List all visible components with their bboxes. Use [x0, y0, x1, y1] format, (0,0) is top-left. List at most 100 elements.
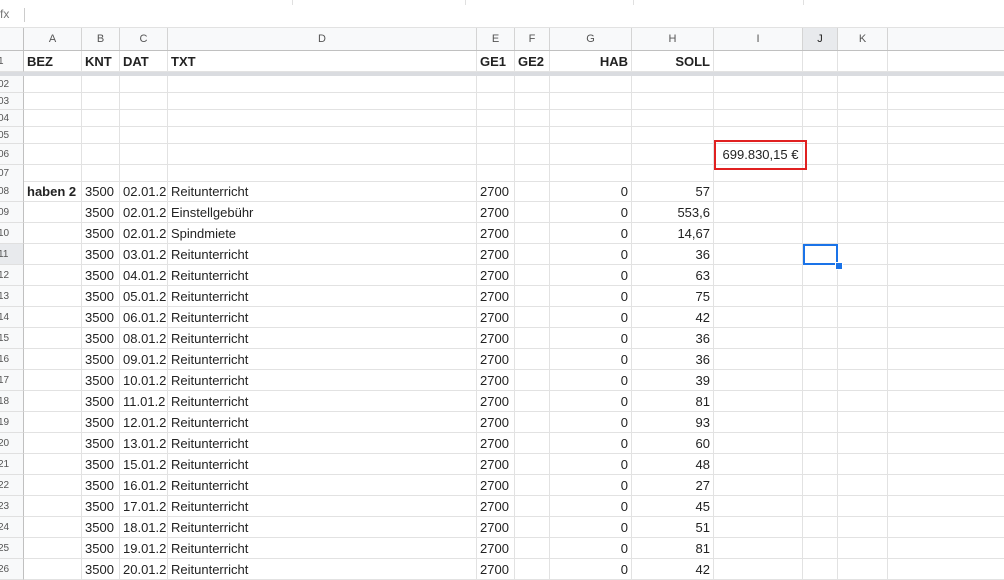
- cell-j[interactable]: [803, 454, 838, 475]
- cell-h[interactable]: 36: [632, 244, 714, 265]
- cell-c[interactable]: 02.01.2: [120, 181, 168, 202]
- cell-a[interactable]: [24, 110, 82, 127]
- cell-i[interactable]: [714, 93, 803, 110]
- cell-d[interactable]: [168, 76, 477, 93]
- column-header-k[interactable]: K: [838, 28, 888, 50]
- cell-d[interactable]: [168, 144, 477, 165]
- cell-k[interactable]: [838, 538, 888, 559]
- cell-e[interactable]: [477, 127, 515, 144]
- fill-handle[interactable]: [835, 262, 843, 270]
- cell-e[interactable]: 2700: [477, 223, 515, 244]
- cell-h[interactable]: [632, 165, 714, 182]
- cell-c[interactable]: 12.01.2: [120, 412, 168, 433]
- cell-j[interactable]: [803, 51, 838, 72]
- cell-e[interactable]: 2700: [477, 454, 515, 475]
- cell-b[interactable]: 3500: [82, 223, 120, 244]
- cell-c[interactable]: 02.01.2: [120, 223, 168, 244]
- cell-f[interactable]: [515, 517, 550, 538]
- cell-a[interactable]: [24, 144, 82, 165]
- cell-c[interactable]: 15.01.2: [120, 454, 168, 475]
- cell-e[interactable]: 2700: [477, 370, 515, 391]
- cell-h[interactable]: [632, 110, 714, 127]
- cell-h[interactable]: 81: [632, 538, 714, 559]
- cell-g[interactable]: [550, 93, 632, 110]
- cell-k[interactable]: [838, 454, 888, 475]
- cell-b[interactable]: 3500: [82, 202, 120, 223]
- cell-d[interactable]: Reitunterricht: [168, 433, 477, 454]
- cell-d[interactable]: Reitunterricht: [168, 391, 477, 412]
- cell-e[interactable]: 2700: [477, 496, 515, 517]
- cell-e[interactable]: [477, 144, 515, 165]
- cell-i[interactable]: [714, 223, 803, 244]
- cell-h[interactable]: 14,67: [632, 223, 714, 244]
- cell-j[interactable]: [803, 265, 838, 286]
- cell-f[interactable]: [515, 127, 550, 144]
- cell-d[interactable]: Spindmiete: [168, 223, 477, 244]
- cell-k[interactable]: [838, 391, 888, 412]
- row-header[interactable]: 14: [0, 307, 24, 328]
- cell-g[interactable]: [550, 165, 632, 182]
- cell-j[interactable]: [803, 76, 838, 93]
- cell-h[interactable]: 36: [632, 328, 714, 349]
- cell-j[interactable]: [803, 538, 838, 559]
- cell-d[interactable]: Reitunterricht: [168, 538, 477, 559]
- cell-e[interactable]: 2700: [477, 475, 515, 496]
- cell-b[interactable]: 3500: [82, 181, 120, 202]
- cell-g[interactable]: 0: [550, 538, 632, 559]
- cell-c[interactable]: 06.01.2: [120, 307, 168, 328]
- row-header[interactable]: 13: [0, 286, 24, 307]
- column-header-c[interactable]: C: [120, 28, 168, 50]
- cell-f[interactable]: [515, 223, 550, 244]
- cell-b[interactable]: 3500: [82, 475, 120, 496]
- row-header[interactable]: 05: [0, 127, 24, 144]
- cell-a[interactable]: [24, 412, 82, 433]
- cell-g[interactable]: [550, 144, 632, 165]
- cell-b[interactable]: [82, 144, 120, 165]
- cell-h[interactable]: 63: [632, 265, 714, 286]
- cell-b[interactable]: 3500: [82, 244, 120, 265]
- cell-b[interactable]: [82, 76, 120, 93]
- cell-g[interactable]: 0: [550, 454, 632, 475]
- column-header-f[interactable]: F: [515, 28, 550, 50]
- cell-c[interactable]: 05.01.2: [120, 286, 168, 307]
- cell-c[interactable]: 16.01.2: [120, 475, 168, 496]
- cell-b[interactable]: [82, 165, 120, 182]
- cell-a[interactable]: [24, 265, 82, 286]
- cell-g[interactable]: 0: [550, 475, 632, 496]
- row-header[interactable]: 22: [0, 475, 24, 496]
- cell-f[interactable]: [515, 265, 550, 286]
- cell-i[interactable]: [714, 517, 803, 538]
- cell-i[interactable]: [714, 475, 803, 496]
- cell-e[interactable]: [477, 93, 515, 110]
- cell-j[interactable]: [803, 144, 838, 165]
- cell-j[interactable]: [803, 307, 838, 328]
- cell-c[interactable]: [120, 127, 168, 144]
- cell-h[interactable]: [632, 144, 714, 165]
- row-header[interactable]: 08: [0, 181, 24, 202]
- cell-a[interactable]: [24, 244, 82, 265]
- column-header-h[interactable]: H: [632, 28, 714, 50]
- cell-f[interactable]: [515, 454, 550, 475]
- cell-b[interactable]: [82, 110, 120, 127]
- cell-c[interactable]: [120, 110, 168, 127]
- row-header[interactable]: 24: [0, 517, 24, 538]
- cell-j[interactable]: [803, 328, 838, 349]
- row-header[interactable]: 07: [0, 165, 24, 182]
- cell-k[interactable]: [838, 286, 888, 307]
- cell-k[interactable]: [838, 181, 888, 202]
- row-header[interactable]: 12: [0, 265, 24, 286]
- row-header[interactable]: 11: [0, 244, 24, 265]
- cell-b[interactable]: 3500: [82, 370, 120, 391]
- cell-b[interactable]: 3500: [82, 391, 120, 412]
- column-header-d[interactable]: D: [168, 28, 477, 50]
- row-header[interactable]: 04: [0, 110, 24, 127]
- cell-k[interactable]: [838, 307, 888, 328]
- cell-a[interactable]: [24, 165, 82, 182]
- cell-j[interactable]: [803, 559, 838, 580]
- cell-a[interactable]: [24, 349, 82, 370]
- cell-e[interactable]: 2700: [477, 181, 515, 202]
- cell-k[interactable]: [838, 475, 888, 496]
- cell-f[interactable]: [515, 110, 550, 127]
- cell-a[interactable]: [24, 307, 82, 328]
- cell-h[interactable]: SOLL: [632, 51, 714, 72]
